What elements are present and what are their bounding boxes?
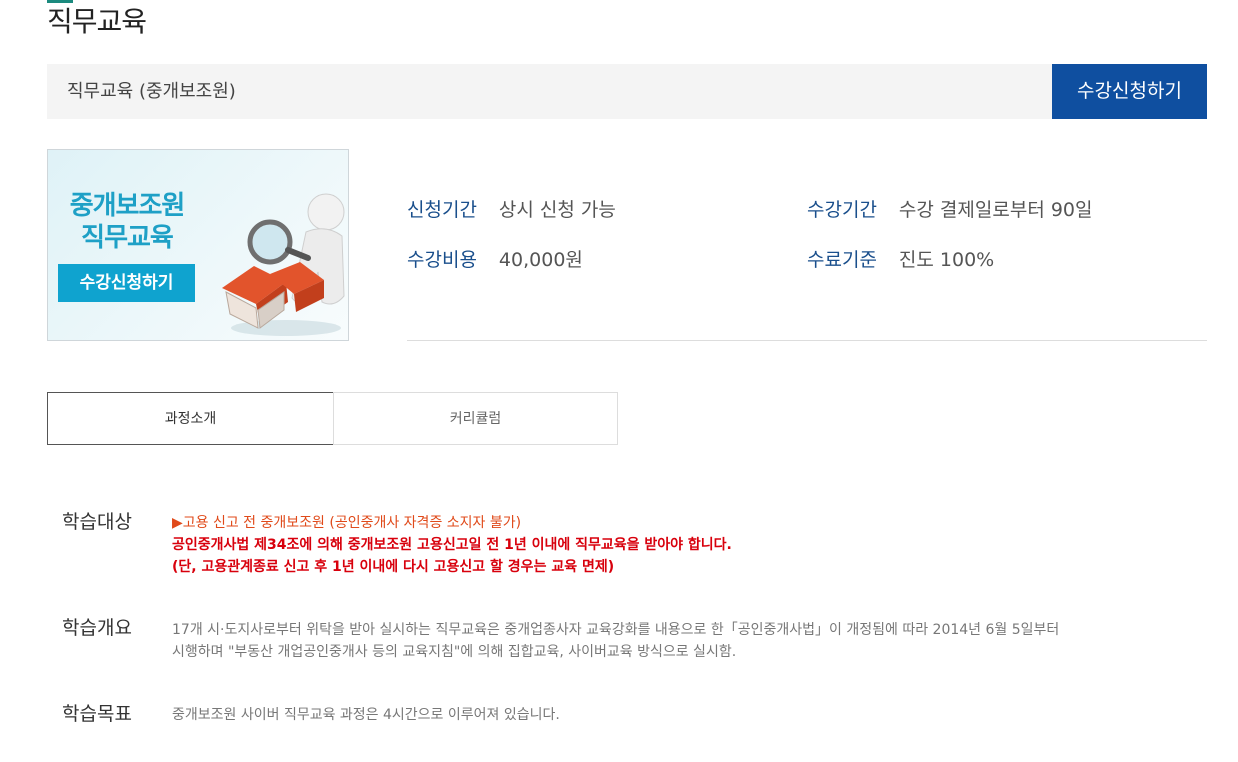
- overview-line2: 시행하며 "부동산 개업공인중개사 등의 교육지침"에 의해 집합교육, 사이버…: [172, 644, 737, 660]
- apply-button[interactable]: 수강신청하기: [1052, 64, 1207, 119]
- study-period-label: 수강기간: [807, 199, 877, 221]
- tab-curriculum[interactable]: 커리큘럼: [333, 392, 618, 445]
- goal-text: 중개보조원 사이버 직무교육 과정은 4시간으로 이루어져 있습니다.: [172, 707, 560, 723]
- thumbnail-title: 중개보조원 직무교육: [48, 190, 206, 254]
- target-line2: 공인중개사법 제34조에 의해 중개보조원 고용신고일 전 1년 이내에 직무교…: [172, 537, 732, 553]
- thumbnail-title-line1: 중개보조원: [69, 191, 186, 221]
- completion-label: 수료기준: [807, 249, 877, 271]
- overview-text: 17개 시·도지사로부터 위탁을 받아 실시하는 직무교육은 중개업종사자 교육…: [172, 619, 1152, 663]
- house-inspection-illustration: [222, 193, 345, 336]
- info-completion: 수료기준 진도 100%: [807, 245, 994, 275]
- overview-label: 학습개요: [62, 617, 132, 639]
- overview-line1: 17개 시·도지사로부터 위탁을 받아 실시하는 직무교육은 중개업종사자 교육…: [172, 622, 1060, 638]
- target-label: 학습대상: [62, 511, 132, 533]
- target-line3: (단, 고용관계종료 신고 후 1년 이내에 다시 고용신고 할 경우는 교육 …: [172, 559, 615, 575]
- target-line1: ▶고용 신고 전 중개보조원 (공인중개사 자격증 소지자 불가): [172, 515, 522, 531]
- course-header-bar: 직무교육 (중개보조원) 수강신청하기: [47, 64, 1207, 119]
- fee-label: 수강비용: [407, 249, 477, 271]
- thumbnail-apply-button[interactable]: 수강신청하기: [58, 264, 195, 302]
- apply-period-label: 신청기간: [407, 199, 477, 221]
- info-fee: 수강비용 40,000원: [407, 245, 583, 275]
- thumbnail-title-line2: 직무교육: [81, 223, 174, 253]
- info-apply-period: 신청기간 상시 신청 가능: [407, 195, 616, 225]
- apply-period-value: 상시 신청 가능: [498, 199, 616, 221]
- info-divider: [407, 340, 1207, 341]
- course-name: 직무교육 (중개보조원): [67, 81, 236, 102]
- target-text: ▶고용 신고 전 중개보조원 (공인중개사 자격증 소지자 불가) 공인중개사법…: [172, 512, 1152, 578]
- study-period-value: 수강 결제일로부터 90일: [898, 199, 1093, 221]
- completion-value: 진도 100%: [898, 249, 995, 271]
- info-study-period: 수강기간 수강 결제일로부터 90일: [807, 195, 1093, 225]
- tab-course-intro[interactable]: 과정소개: [47, 392, 334, 445]
- fee-value: 40,000원: [498, 249, 583, 271]
- course-thumbnail[interactable]: 중개보조원 직무교육 수강신청하기: [47, 149, 349, 341]
- page-title: 직무교육: [47, 5, 147, 38]
- goal-label: 학습목표: [62, 703, 132, 725]
